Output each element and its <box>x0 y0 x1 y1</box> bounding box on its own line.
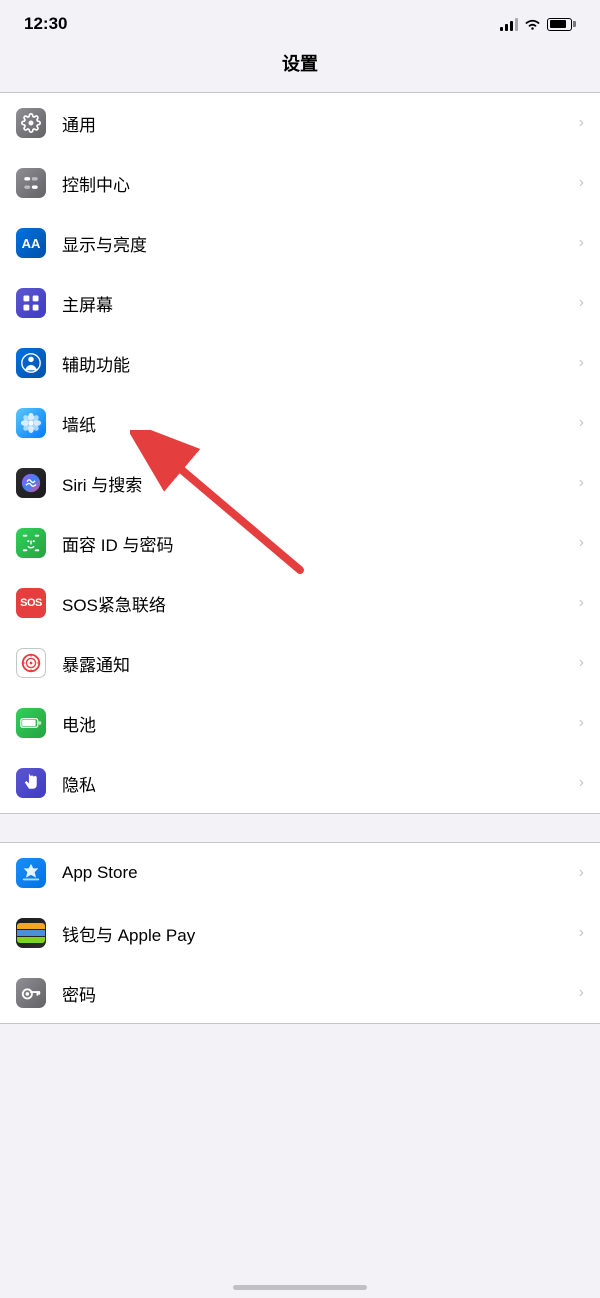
icon-general <box>16 108 46 138</box>
wallpaper-label: 墙纸 <box>62 411 571 436</box>
battery-status-icon <box>547 18 576 31</box>
password-label: 密码 <box>62 981 571 1006</box>
chevron-icon: › <box>579 864 584 882</box>
general-label: 通用 <box>62 111 571 136</box>
toggles-icon <box>21 173 41 193</box>
homescreen-label: 主屏幕 <box>62 291 571 316</box>
face-icon <box>20 532 42 554</box>
page-title-bar: 设置 <box>0 42 600 92</box>
exposure-label: 暴露通知 <box>62 651 571 676</box>
chevron-icon: › <box>579 354 584 372</box>
key-icon <box>20 982 42 1004</box>
chevron-icon: › <box>579 414 584 432</box>
chevron-icon: › <box>579 174 584 192</box>
accessibility-label: 辅助功能 <box>62 351 571 376</box>
settings-group-1: 通用 › 控制中心 › AA 显示与亮度 › <box>0 92 600 814</box>
settings-row-password[interactable]: 密码 › <box>0 963 600 1023</box>
settings-row-general[interactable]: 通用 › <box>0 93 600 153</box>
icon-siri <box>16 468 46 498</box>
siri-label: Siri 与搜索 <box>62 471 571 496</box>
control-label: 控制中心 <box>62 171 571 196</box>
settings-row-control[interactable]: 控制中心 › <box>0 153 600 213</box>
icon-exposure <box>16 648 46 678</box>
status-bar: 12:30 <box>0 0 600 42</box>
settings-row-wallpaper[interactable]: 墙纸 › <box>0 393 600 453</box>
icon-appstore <box>16 858 46 888</box>
chevron-icon: › <box>579 294 584 312</box>
sos-label: SOS紧急联络 <box>62 591 571 616</box>
status-time: 12:30 <box>24 14 67 34</box>
settings-row-display[interactable]: AA 显示与亮度 › <box>0 213 600 273</box>
settings-group-2: App Store › 钱包与 Apple Pay › 密码 › <box>0 842 600 1024</box>
settings-row-accessibility[interactable]: 辅助功能 › <box>0 333 600 393</box>
siri-icon <box>20 472 42 494</box>
chevron-icon: › <box>579 234 584 252</box>
sos-text: SOS <box>20 597 42 609</box>
wifi-icon <box>524 18 541 31</box>
wallet-stripes <box>17 923 45 943</box>
page-title: 设置 <box>282 54 318 74</box>
settings-row-exposure[interactable]: 暴露通知 › <box>0 633 600 693</box>
settings-row-siri[interactable]: Siri 与搜索 › <box>0 453 600 513</box>
icon-faceid <box>16 528 46 558</box>
privacy-label: 隐私 <box>62 771 571 796</box>
icon-accessibility <box>16 348 46 378</box>
icon-sos: SOS <box>16 588 46 618</box>
appstore-label: App Store <box>62 863 571 883</box>
settings-row-wallet[interactable]: 钱包与 Apple Pay › <box>0 903 600 963</box>
icon-home <box>16 288 46 318</box>
grid-icon <box>21 293 41 313</box>
chevron-icon: › <box>579 114 584 132</box>
chevron-icon: › <box>579 774 584 792</box>
icon-display: AA <box>16 228 46 258</box>
wallet-label: 钱包与 Apple Pay <box>62 921 571 946</box>
faceid-label: 面容 ID 与密码 <box>62 531 571 556</box>
icon-password <box>16 978 46 1008</box>
settings-row-faceid[interactable]: 面容 ID 与密码 › <box>0 513 600 573</box>
group-spacer <box>0 814 600 842</box>
settings-row-homescreen[interactable]: 主屏幕 › <box>0 273 600 333</box>
chevron-icon: › <box>579 594 584 612</box>
person-circle-icon <box>20 352 42 374</box>
status-icons <box>500 17 576 31</box>
icon-wallpaper <box>16 408 46 438</box>
battery-label: 电池 <box>62 711 571 736</box>
exposure-icon <box>20 652 42 674</box>
display-label: 显示与亮度 <box>62 231 571 256</box>
settings-row-sos[interactable]: SOS SOS紧急联络 › <box>0 573 600 633</box>
icon-battery <box>16 708 46 738</box>
battery-icon-svg <box>20 716 42 730</box>
chevron-icon: › <box>579 474 584 492</box>
settings-row-privacy[interactable]: 隐私 › <box>0 753 600 813</box>
chevron-icon: › <box>579 654 584 672</box>
hand-icon <box>20 772 42 794</box>
flower-icon <box>20 412 42 434</box>
icon-wallet <box>16 918 46 948</box>
icon-privacy <box>16 768 46 798</box>
home-indicator <box>233 1285 367 1290</box>
chevron-icon: › <box>579 984 584 1002</box>
settings-row-battery[interactable]: 电池 › <box>0 693 600 753</box>
icon-control <box>16 168 46 198</box>
signal-icon <box>500 17 518 31</box>
gear-icon <box>21 113 41 133</box>
settings-row-appstore[interactable]: App Store › <box>0 843 600 903</box>
chevron-icon: › <box>579 534 584 552</box>
appstore-icon-svg <box>20 862 42 884</box>
aa-icon: AA <box>22 236 41 251</box>
chevron-icon: › <box>579 714 584 732</box>
chevron-icon: › <box>579 924 584 942</box>
